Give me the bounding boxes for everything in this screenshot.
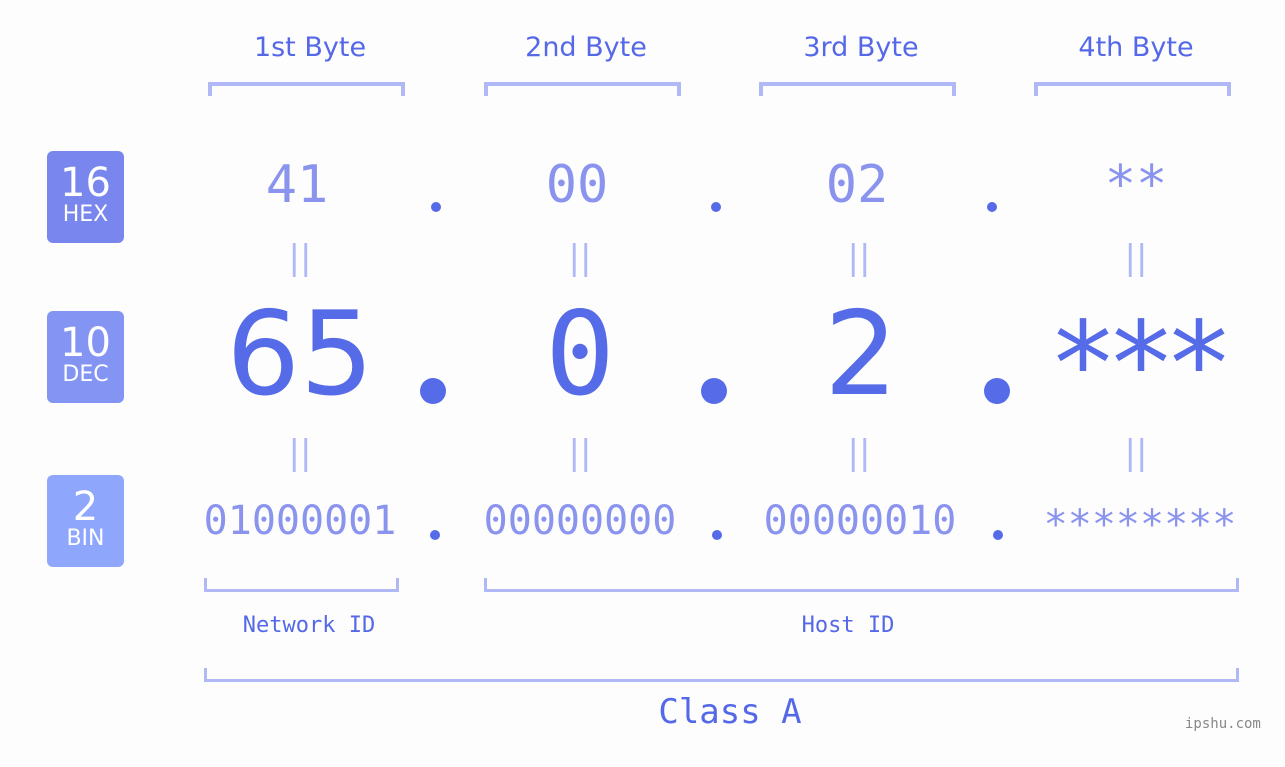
byte-header-1: 1st Byte xyxy=(253,32,367,63)
dec-value-1: 65 xyxy=(226,287,374,422)
dec-value-3: 2 xyxy=(824,287,898,422)
host-id-label: Host ID xyxy=(801,613,895,638)
dec-value-4: *** xyxy=(1054,297,1228,432)
hex-separator-dot xyxy=(431,202,441,212)
byte-header-3: 3rd Byte xyxy=(803,32,919,63)
hex-badge: 16 HEX xyxy=(47,151,124,243)
class-bracket xyxy=(204,668,1239,682)
hex-base: 16 xyxy=(60,160,111,206)
hex-separator-dot xyxy=(711,202,721,212)
bin-separator-dot xyxy=(430,530,440,540)
dec-base: 10 xyxy=(60,320,111,366)
hex-value-2: 00 xyxy=(545,155,609,215)
equals-sign: || xyxy=(288,238,312,278)
equals-sign: || xyxy=(1124,433,1148,473)
bin-value-4: ******** xyxy=(1043,502,1237,548)
bin-badge: 2 BIN xyxy=(47,475,124,567)
class-label: Class A xyxy=(658,692,802,732)
hex-value-1: 41 xyxy=(265,155,329,215)
bin-value-1: 01000001 xyxy=(203,498,397,544)
byte-bracket-1 xyxy=(208,82,405,96)
equals-sign: || xyxy=(847,238,871,278)
byte-bracket-4 xyxy=(1034,82,1231,96)
byte-header-4: 4th Byte xyxy=(1078,32,1194,63)
byte-bracket-3 xyxy=(759,82,956,96)
byte-header-2: 2nd Byte xyxy=(525,32,647,63)
bin-label: BIN xyxy=(66,526,105,551)
bin-value-2: 00000000 xyxy=(483,498,677,544)
bin-separator-dot xyxy=(712,530,722,540)
network-id-bracket xyxy=(204,578,399,592)
dec-separator-dot xyxy=(701,378,727,404)
watermark: ipshu.com xyxy=(1185,716,1261,732)
host-id-bracket xyxy=(484,578,1239,592)
dec-separator-dot xyxy=(984,378,1010,404)
equals-sign: || xyxy=(568,238,592,278)
equals-sign: || xyxy=(1124,238,1148,278)
dec-label: DEC xyxy=(62,362,109,387)
network-id-label: Network ID xyxy=(242,613,376,638)
bin-separator-dot xyxy=(993,530,1003,540)
dec-badge: 10 DEC xyxy=(47,311,124,403)
hex-value-4: ** xyxy=(1104,155,1168,215)
bin-value-3: 00000010 xyxy=(763,498,957,544)
equals-sign: || xyxy=(847,433,871,473)
dec-value-2: 0 xyxy=(545,287,615,422)
dec-separator-dot xyxy=(420,378,446,404)
hex-value-3: 02 xyxy=(825,155,889,215)
equals-sign: || xyxy=(288,433,312,473)
hex-separator-dot xyxy=(987,202,997,212)
hex-label: HEX xyxy=(62,202,109,227)
equals-sign: || xyxy=(568,433,592,473)
byte-bracket-2 xyxy=(484,82,681,96)
bin-base: 2 xyxy=(72,484,99,530)
